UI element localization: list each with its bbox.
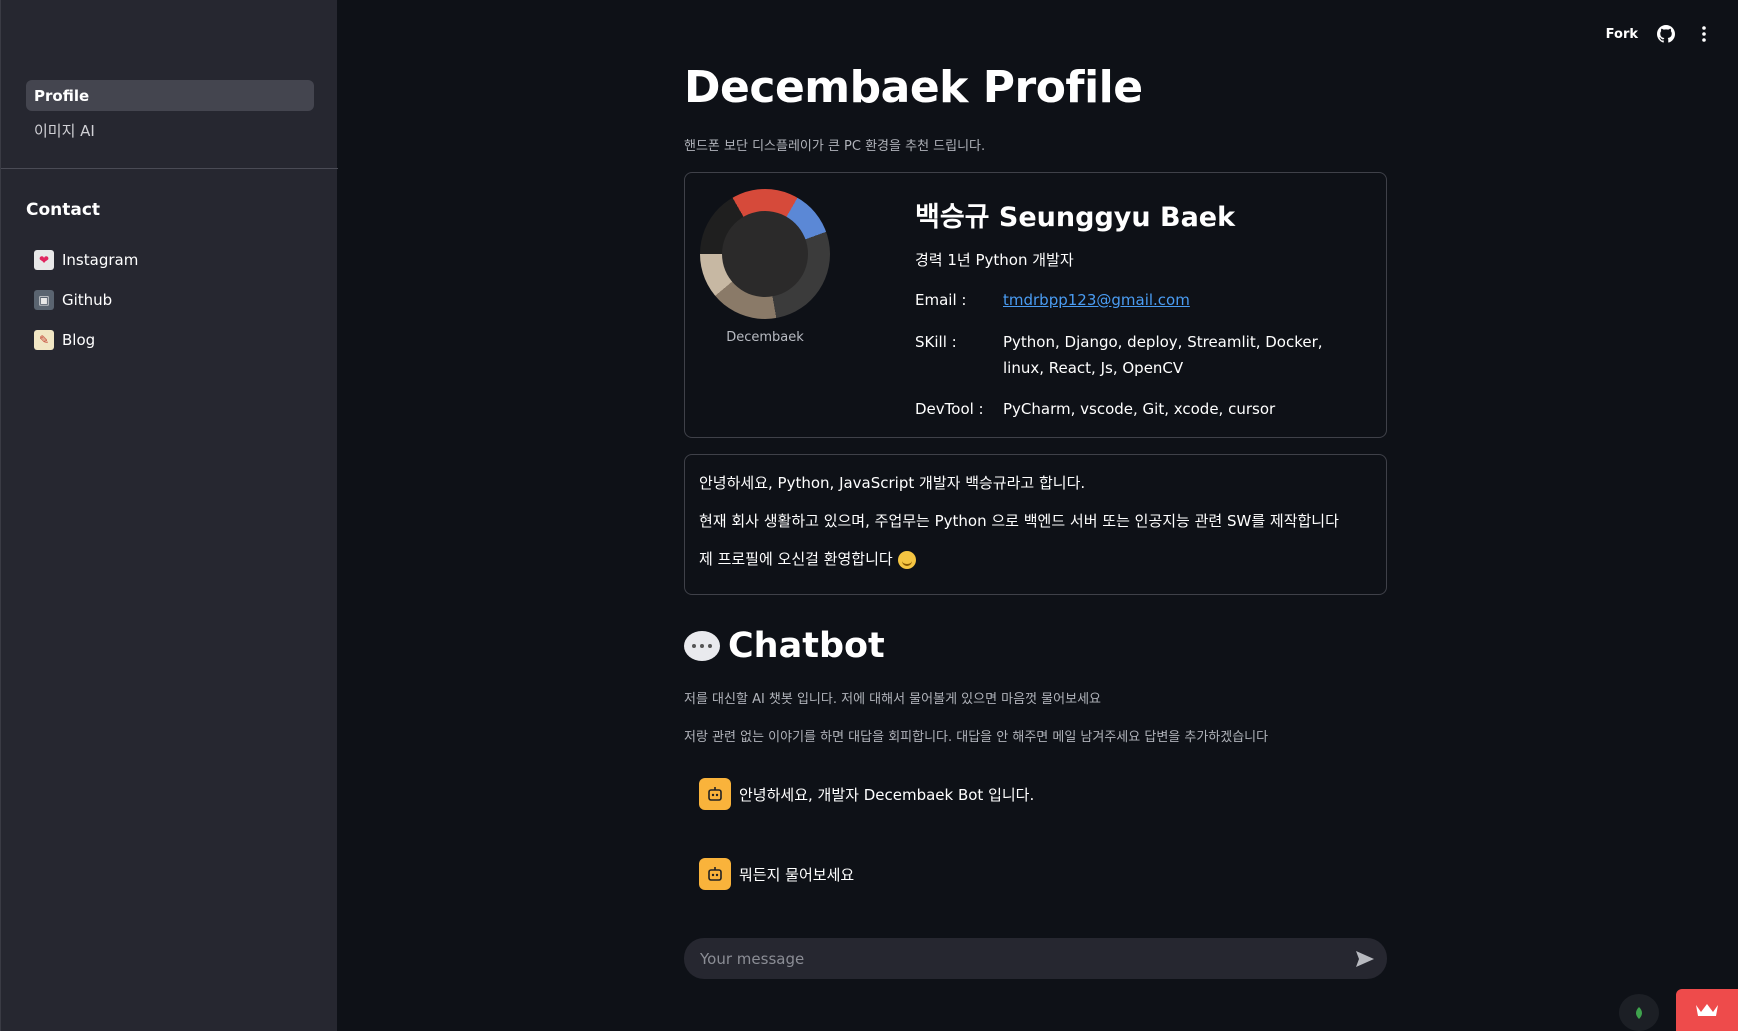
sidebar: Profile 이미지 AI Contact ❤ Instagram ▣ Git… (0, 0, 338, 1031)
memo-icon: ✎ (34, 330, 54, 350)
contact-link-instagram[interactable]: ❤ Instagram (34, 240, 138, 280)
contact-label: Github (62, 291, 113, 309)
top-toolbar: Fork (1606, 24, 1714, 44)
chatbot-description: 저를 대신할 AI 챗봇 입니다. 저에 대해서 물어볼게 있으면 마음껏 물어… (684, 692, 1101, 707)
chat-message-bot: 안녕하세요, 개발자 Decembaek Bot 입니다. (699, 778, 1034, 810)
contact-list: ❤ Instagram ▣ Github ✎ Blog (34, 240, 138, 360)
sidebar-item-profile[interactable]: Profile (26, 80, 314, 111)
chat-message-bot: 뭐든지 물어보세요 (699, 858, 854, 890)
devtool-value: PyCharm, vscode, Git, xcode, cursor (1003, 400, 1276, 418)
avatar-caption: Decembaek (726, 330, 804, 345)
intro-welcome-text: 제 프로필에 오신걸 환영합니다 (699, 550, 893, 568)
chat-message-text: 안녕하세요, 개발자 Decembaek Bot 입니다. (739, 785, 1035, 804)
email-link[interactable]: tmdrbpp123@gmail.com (1003, 287, 1343, 313)
profile-card: Decembaek 백승규 Seunggyu Baek 경력 1년 Python… (684, 172, 1387, 438)
profile-devtool-row: DevTool : PyCharm, vscode, Git, xcode, c… (915, 396, 1343, 422)
github-icon[interactable] (1656, 24, 1676, 44)
sidebar-nav: Profile 이미지 AI (26, 80, 314, 150)
heart-letter-icon: ❤ (34, 250, 54, 270)
profile-career: 경력 1년 Python 개발자 (915, 251, 1074, 269)
sidebar-divider (1, 168, 338, 169)
app-badge-icon[interactable] (1619, 994, 1659, 1031)
sidebar-item-image-ai[interactable]: 이미지 AI (26, 115, 314, 146)
send-icon[interactable] (1354, 948, 1376, 970)
speech-bubble-icon (684, 631, 720, 661)
chatbot-heading: Chatbot (684, 626, 885, 666)
profile-email-row: Email : tmdrbpp123@gmail.com (915, 287, 1343, 313)
devtool-label: DevTool : (915, 400, 984, 418)
smile-icon (897, 550, 916, 569)
chatbot-notice: 저랑 관련 없는 이야기를 하면 대답을 회피합니다. 대답을 안 해주면 메일… (684, 730, 1269, 745)
contact-heading: Contact (26, 200, 101, 220)
crown-icon[interactable] (1676, 989, 1738, 1031)
chat-message-text: 뭐든지 물어보세요 (739, 865, 855, 884)
profile-skill-row: SKill : Python, Django, deploy, Streamli… (915, 329, 1343, 381)
intro-line: 제 프로필에 오신걸 환영합니다 (699, 549, 1372, 569)
contact-label: Instagram (62, 251, 139, 269)
intro-line: 현재 회사 생활하고 있으며, 주업무는 Python 으로 백엔드 서버 또는… (699, 512, 1339, 530)
page-title: Decembaek Profile (684, 62, 1143, 113)
email-label: Email : (915, 291, 967, 309)
contact-link-github[interactable]: ▣ Github (34, 280, 138, 320)
robot-icon (699, 778, 731, 810)
avatar (700, 189, 830, 319)
fork-button[interactable]: Fork (1606, 27, 1638, 42)
contact-label: Blog (62, 331, 96, 349)
chatbot-title: Chatbot (728, 626, 885, 666)
chat-message-input[interactable] (684, 938, 1387, 979)
floppy-disk-icon: ▣ (34, 290, 54, 310)
profile-name: 백승규 Seunggyu Baek (915, 202, 1236, 233)
kebab-menu-icon[interactable] (1694, 24, 1714, 44)
contact-link-blog[interactable]: ✎ Blog (34, 320, 138, 360)
intro-card: 안녕하세요, Python, JavaScript 개발자 백승규라고 합니다.… (684, 454, 1387, 595)
robot-icon (699, 858, 731, 890)
skill-value: Python, Django, deploy, Streamlit, Docke… (1003, 333, 1323, 377)
intro-line: 안녕하세요, Python, JavaScript 개발자 백승규라고 합니다. (699, 474, 1086, 492)
page-subtitle: 핸드폰 보단 디스플레이가 큰 PC 환경을 추천 드립니다. (684, 139, 986, 154)
skill-label: SKill : (915, 333, 957, 351)
